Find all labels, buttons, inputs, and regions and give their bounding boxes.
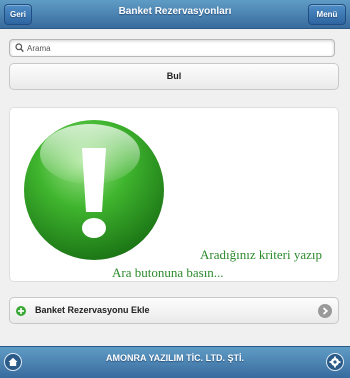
header-bar: Geri Banket Rezervasyonları Menü (0, 0, 350, 29)
search-input[interactable] (27, 41, 327, 55)
page-title: Banket Rezervasyonları (118, 6, 232, 17)
exclamation-icon (24, 120, 164, 260)
message-line-1: Aradığınız kriteri yazıp (200, 247, 323, 262)
arrow-right-circle-icon (318, 304, 332, 318)
plus-circle-icon (16, 306, 26, 316)
footer-company-name: AMONRA YAZILIM TİC. LTD. ŞTİ. (106, 353, 244, 363)
menu-button[interactable]: Menü (308, 4, 346, 25)
add-button-label: Banket Rezervasyonu Ekle (35, 305, 150, 315)
result-panel: Aradığınız kriteri yazıp Ara butonuna ba… (9, 107, 339, 282)
add-banquet-reservation-button[interactable]: Banket Rezervasyonu Ekle (9, 297, 339, 324)
message-line-2: Ara butonuna basın... (112, 265, 224, 280)
search-icon (15, 43, 24, 53)
search-box (9, 39, 335, 57)
footer-bar: AMONRA YAZILIM TİC. LTD. ŞTİ. (0, 346, 350, 378)
search-button[interactable]: Bul (9, 63, 339, 90)
gear-icon[interactable] (326, 353, 344, 371)
